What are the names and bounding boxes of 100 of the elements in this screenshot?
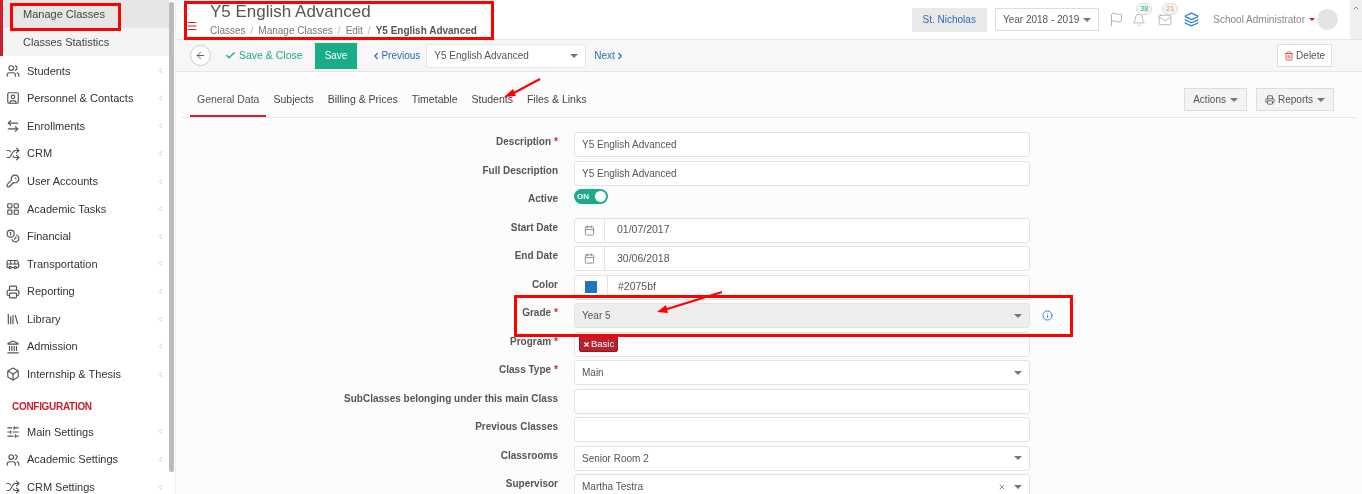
- sidebar-item[interactable]: Internship & Thesis: [27, 366, 156, 383]
- chevron-icon: [156, 455, 165, 464]
- user-menu[interactable]: School Administrator: [1213, 12, 1315, 27]
- text-field[interactable]: [574, 388, 1030, 414]
- sidebar-item[interactable]: Transportation: [27, 255, 156, 273]
- required-mark: *: [554, 334, 558, 349]
- tags-field[interactable]: Basic: [574, 331, 1030, 357]
- tab[interactable]: Subjects: [266, 92, 321, 117]
- sidebar-item[interactable]: Academic Tasks: [27, 200, 156, 217]
- sidebar-item[interactable]: Main Settings: [27, 423, 156, 441]
- required-mark: *: [554, 135, 558, 149]
- mail-icon[interactable]: [1158, 12, 1173, 27]
- menu-item-icon: [6, 201, 20, 216]
- sidebar-item[interactable]: Reporting: [27, 283, 156, 300]
- sidebar-item[interactable]: CRM: [27, 145, 156, 162]
- field-label: Previous Classes: [475, 420, 558, 434]
- printer-icon: [1265, 94, 1275, 105]
- tab[interactable]: General Data: [190, 92, 267, 117]
- school-button[interactable]: St. Nicholas: [911, 7, 987, 32]
- field-label: Program: [509, 334, 552, 349]
- field-label: Classrooms: [500, 448, 558, 463]
- chevron-icon: [156, 66, 165, 76]
- menu-item-icon: [6, 229, 20, 244]
- menu-item-icon: [6, 452, 20, 467]
- caret-icon: [1230, 97, 1238, 102]
- clear-icon[interactable]: [998, 482, 1006, 491]
- scrollbar[interactable]: [169, 2, 174, 472]
- reports-dropdown[interactable]: Reports: [1256, 88, 1334, 111]
- breadcrumb-separator: /: [337, 24, 341, 38]
- breadcrumb[interactable]: Y5 English Advanced: [375, 23, 477, 38]
- field-label: Grade: [522, 306, 552, 320]
- sidebar-item[interactable]: Library: [27, 310, 156, 328]
- menu-item-icon: [6, 339, 20, 354]
- actions-dropdown[interactable]: Actions: [1184, 88, 1247, 111]
- page-title: Y5 English Advanced: [210, 1, 372, 23]
- text-field[interactable]: Y5 English Advanced: [574, 132, 1030, 157]
- chevron-icon: [156, 427, 165, 437]
- sidebar-item[interactable]: Financial: [27, 228, 156, 245]
- scroll-up-icon[interactable]: [1352, 4, 1360, 12]
- tab[interactable]: Students: [464, 92, 520, 117]
- tab[interactable]: Timetable: [404, 92, 465, 117]
- calendar-icon: [584, 253, 595, 264]
- menu-item-icon: [6, 119, 20, 133]
- caret-icon: [1317, 97, 1325, 102]
- select-field[interactable]: Martha Testra: [574, 474, 1030, 494]
- chevron-icon: [156, 342, 165, 352]
- caret-icon: [1014, 313, 1022, 318]
- bell-icon[interactable]: [1132, 12, 1147, 27]
- previous-button[interactable]: Previous: [371, 48, 421, 63]
- field-label: Start Date: [510, 220, 558, 235]
- submenu-item[interactable]: Classes Statistics: [3, 28, 169, 56]
- select-field[interactable]: Senior Room 2: [574, 445, 1030, 471]
- required-mark: *: [554, 306, 558, 320]
- text-field[interactable]: [574, 417, 1030, 442]
- caret-icon: [570, 53, 579, 58]
- breadcrumb-separator: /: [250, 24, 254, 38]
- breadcrumb[interactable]: Classes: [210, 23, 246, 38]
- annotation-arrow: [656, 290, 724, 314]
- chevron-icon: [156, 93, 165, 103]
- chevron-icon: [156, 149, 165, 159]
- field-label: Full Description: [482, 163, 558, 178]
- text-field[interactable]: Y5 English Advanced: [574, 160, 1030, 186]
- sidebar-item[interactable]: Personnel & Contacts: [27, 90, 156, 107]
- tab[interactable]: Billing & Prices: [320, 92, 405, 117]
- menu-item-icon: [6, 312, 20, 327]
- back-arrow-icon: [195, 50, 206, 61]
- select-field[interactable]: Main: [574, 360, 1030, 385]
- sidebar-item[interactable]: Academic Settings: [27, 451, 156, 468]
- tab[interactable]: Files & Links: [519, 92, 594, 117]
- flag-icon[interactable]: [1109, 12, 1125, 27]
- sidebar-item[interactable]: Admission: [27, 338, 156, 355]
- color-field[interactable]: #2075bf: [574, 274, 1030, 300]
- date-field[interactable]: 30/06/2018: [574, 246, 1030, 271]
- menu-icon[interactable]: [186, 19, 198, 32]
- chevron-icon: [156, 369, 165, 379]
- year-dropdown[interactable]: Year 2018 - 2019: [994, 8, 1100, 31]
- field-label: End Date: [514, 249, 558, 263]
- date-field[interactable]: 01/07/2017: [574, 217, 1030, 243]
- remove-icon[interactable]: [583, 340, 590, 348]
- sidebar-item[interactable]: User Accounts: [27, 172, 156, 190]
- menu-item-icon: [6, 63, 20, 78]
- delete-button[interactable]: Delete: [1277, 44, 1332, 67]
- back-button[interactable]: [190, 45, 211, 66]
- sidebar-item[interactable]: CRM Settings: [27, 478, 156, 494]
- sidebar-item[interactable]: Enrollments: [27, 117, 156, 135]
- check-icon: [225, 50, 236, 61]
- breadcrumb-separator: /: [367, 24, 371, 38]
- breadcrumb[interactable]: Edit: [345, 23, 363, 38]
- chevron-icon: [156, 204, 165, 214]
- layers-icon[interactable]: [1184, 12, 1200, 27]
- caret-icon: [1014, 370, 1022, 375]
- chevron-icon: [156, 231, 165, 241]
- record-select[interactable]: Y5 English Advanced: [426, 43, 587, 68]
- submenu-item[interactable]: Manage Classes: [3, 0, 169, 28]
- sidebar-item[interactable]: Students: [27, 62, 156, 80]
- tag-label: Basic: [591, 336, 615, 351]
- breadcrumb[interactable]: Manage Classes: [258, 23, 333, 38]
- next-button[interactable]: Next: [594, 48, 625, 63]
- menu-item-icon: [6, 367, 20, 382]
- menu-item-icon: [6, 480, 20, 494]
